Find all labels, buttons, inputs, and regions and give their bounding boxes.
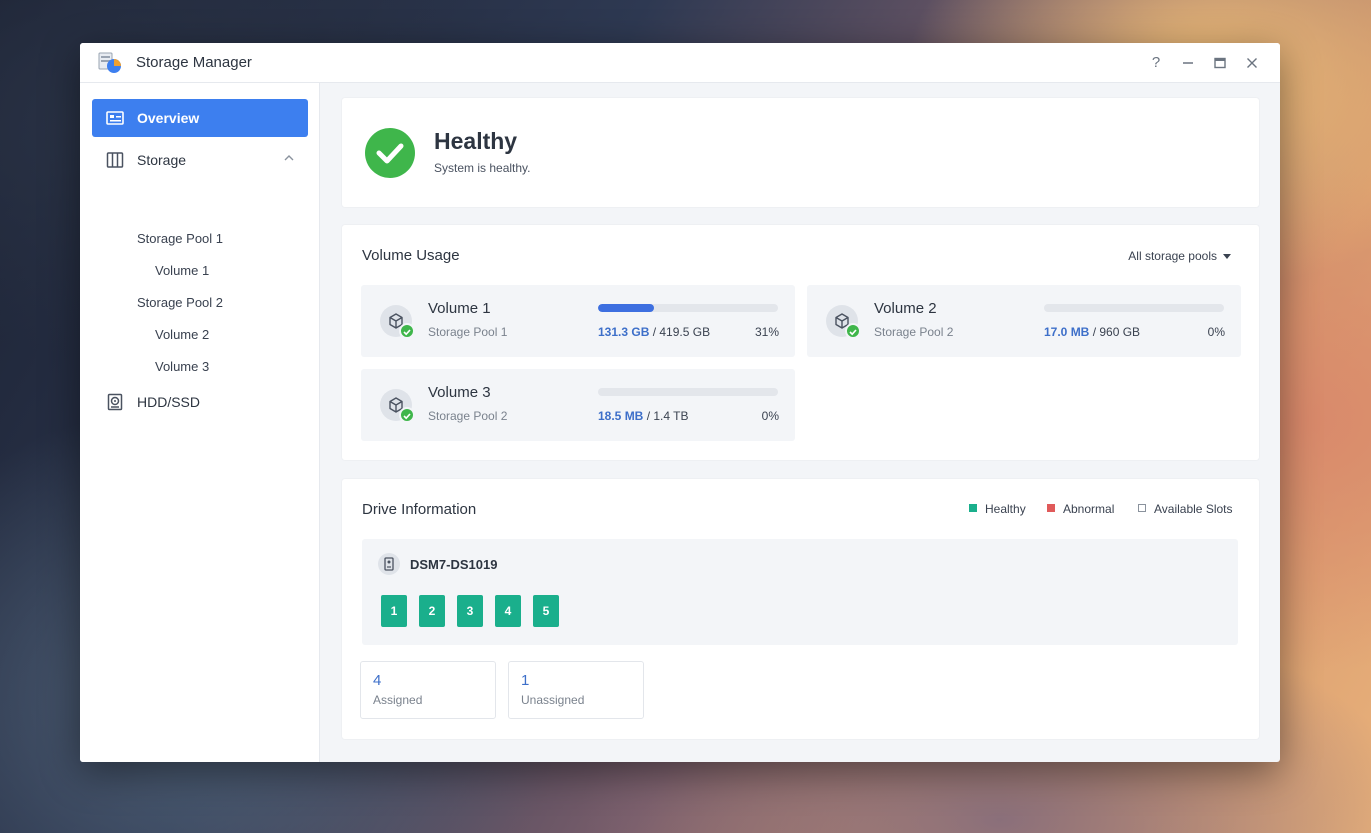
stat-value: 1 — [521, 672, 530, 689]
volume-usage-text: 17.0 MB / 960 GB — [1044, 325, 1140, 339]
volume-usage-title: Volume Usage — [362, 247, 460, 264]
status-subtitle: System is healthy. — [434, 161, 531, 175]
storage-manager-app-icon — [98, 52, 121, 73]
nas-drive-panel: DSM7-DS1019 1 2 3 4 5 — [362, 539, 1238, 645]
sidebar-item-label: Storage — [137, 152, 187, 168]
unassigned-drives-stat[interactable]: 1 Unassigned — [508, 661, 644, 719]
drive-slot-1[interactable]: 1 — [381, 595, 407, 627]
status-title: Healthy — [434, 128, 518, 154]
storage-manager-window: Storage Manager ? Overview Storage Stora… — [80, 43, 1280, 762]
maximize-icon — [1214, 57, 1226, 69]
legend-available-slots: Available Slots — [1138, 502, 1233, 516]
storage-icon — [106, 152, 124, 168]
legend-label: Abnormal — [1063, 502, 1115, 516]
volume-usage-card: Volume Usage All storage pools Volume 1 … — [342, 225, 1259, 460]
healthy-swatch — [969, 504, 977, 512]
close-icon — [1247, 58, 1257, 68]
maximize-button[interactable] — [1208, 51, 1232, 75]
volume-card-1[interactable]: Volume 1 Storage Pool 1 131.3 GB / 419.5… — [361, 285, 795, 357]
volume-used: 131.3 GB — [598, 325, 650, 339]
volume-pool: Storage Pool 2 — [874, 325, 954, 339]
drive-information-card: Drive Information Healthy Abnormal Avail… — [342, 479, 1259, 739]
volume-usage-bar — [1044, 304, 1224, 312]
drive-slot-3[interactable]: 3 — [457, 595, 483, 627]
legend-healthy: Healthy — [969, 502, 1026, 516]
nas-server-icon — [378, 553, 400, 575]
legend-label: Available Slots — [1154, 502, 1233, 516]
stat-label: Unassigned — [521, 693, 585, 707]
minimize-button[interactable] — [1176, 51, 1200, 75]
volume-usage-bar-fill — [598, 304, 654, 312]
volume-total: / 960 GB — [1092, 325, 1141, 339]
healthy-check-icon — [845, 323, 861, 339]
volume-usage-text: 18.5 MB / 1.4 TB — [598, 409, 689, 423]
chevron-up-icon[interactable] — [282, 151, 296, 165]
volume-name: Volume 2 — [874, 300, 937, 317]
sidebar-item-label: Overview — [137, 110, 200, 126]
filter-label: All storage pools — [1128, 249, 1217, 263]
drive-information-title: Drive Information — [362, 501, 477, 518]
legend-abnormal: Abnormal — [1047, 502, 1114, 516]
window-title: Storage Manager — [136, 54, 252, 71]
volume-usage-bar — [598, 304, 778, 312]
sidebar-item-storage-pool-1[interactable]: Storage Pool 1 — [137, 231, 223, 246]
volume-percent: 0% — [761, 409, 779, 423]
sidebar-item-label: HDD/SSD — [137, 394, 201, 410]
title-bar: Storage Manager ? — [80, 43, 1280, 83]
volume-usage-bar — [598, 388, 778, 396]
volume-pool: Storage Pool 1 — [428, 325, 508, 339]
available-swatch — [1138, 504, 1146, 512]
volume-used: 17.0 MB — [1044, 325, 1090, 339]
overview-icon — [106, 111, 124, 125]
help-button[interactable]: ? — [1144, 51, 1168, 75]
stat-label: Assigned — [373, 693, 423, 707]
sidebar-item-volume-2[interactable]: Volume 2 — [155, 327, 209, 342]
sidebar-item-volume-3[interactable]: Volume 3 — [155, 359, 209, 374]
volume-used: 18.5 MB — [598, 409, 644, 423]
volume-percent: 0% — [1207, 325, 1225, 339]
volume-card-3[interactable]: Volume 3 Storage Pool 2 18.5 MB / 1.4 TB… — [361, 369, 795, 441]
stat-value: 4 — [373, 672, 382, 689]
sidebar-item-overview[interactable]: Overview — [92, 99, 308, 137]
healthy-check-icon — [399, 323, 415, 339]
sidebar: Overview Storage Storage Pool 1 Volume 1… — [80, 83, 320, 762]
abnormal-swatch — [1047, 504, 1055, 512]
sidebar-item-volume-1[interactable]: Volume 1 — [155, 263, 209, 278]
health-status-card: Healthy System is healthy. — [342, 98, 1259, 207]
volume-name: Volume 1 — [428, 300, 491, 317]
volume-card-2[interactable]: Volume 2 Storage Pool 2 17.0 MB / 960 GB… — [807, 285, 1241, 357]
nas-server-name: DSM7-DS1019 — [410, 557, 498, 572]
volume-name: Volume 3 — [428, 384, 491, 401]
minimize-icon — [1183, 62, 1193, 64]
volume-total: / 1.4 TB — [646, 409, 689, 423]
drive-slot-5[interactable]: 5 — [533, 595, 559, 627]
sidebar-item-hdd-ssd[interactable]: HDD/SSD — [92, 383, 308, 421]
hdd-icon — [107, 393, 123, 411]
legend-label: Healthy — [985, 502, 1026, 516]
volume-pool: Storage Pool 2 — [428, 409, 508, 423]
sidebar-item-storage-pool-2[interactable]: Storage Pool 2 — [137, 295, 223, 310]
drive-slot-2[interactable]: 2 — [419, 595, 445, 627]
assigned-drives-stat[interactable]: 4 Assigned — [360, 661, 496, 719]
healthy-check-icon — [399, 407, 415, 423]
storage-pool-filter-dropdown[interactable]: All storage pools — [1128, 249, 1231, 263]
volume-percent: 31% — [754, 325, 779, 339]
caret-down-icon — [1223, 254, 1231, 260]
volume-total: / 419.5 GB — [652, 325, 711, 339]
drive-slot-4[interactable]: 4 — [495, 595, 521, 627]
sidebar-item-storage[interactable]: Storage — [92, 141, 308, 179]
close-button[interactable] — [1240, 51, 1264, 75]
status-check-icon — [365, 128, 415, 178]
volume-usage-text: 131.3 GB / 419.5 GB — [598, 325, 710, 339]
